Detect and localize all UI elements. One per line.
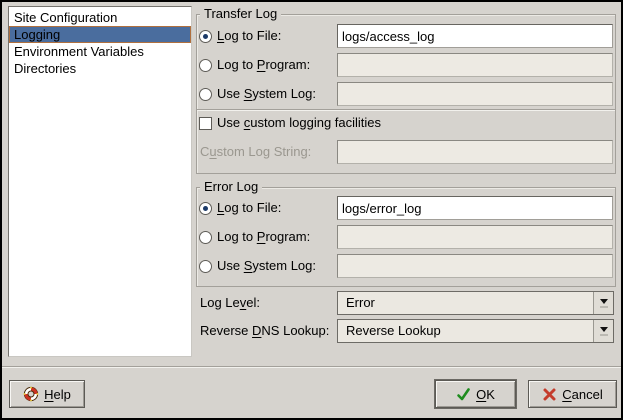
ok-button[interactable]: OK <box>435 380 516 408</box>
chevron-down-icon <box>600 327 608 332</box>
transfer-log-program-input <box>337 53 613 77</box>
reverse-dns-label: Reverse DNS Lookup: <box>200 319 329 343</box>
custom-log-string-input <box>337 140 613 164</box>
transfer-use-system-log-radio[interactable] <box>199 88 212 101</box>
cancel-button[interactable]: Cancel <box>528 380 617 408</box>
log-level-dropdown-button[interactable] <box>593 292 613 314</box>
error-log-to-program-radio[interactable] <box>199 231 212 244</box>
radio-dot <box>203 206 208 211</box>
error-log-program-input <box>337 225 613 249</box>
httpd-config-dialog: Site Configuration Logging Environment V… <box>0 0 623 420</box>
dropdown-dash-icon <box>600 334 608 336</box>
cancel-button-label: Cancel <box>562 387 602 402</box>
sidebar-item-environment-variables[interactable]: Environment Variables <box>9 43 191 60</box>
category-list: Site Configuration Logging Environment V… <box>8 6 192 357</box>
sidebar-item-logging[interactable]: Logging <box>9 26 191 43</box>
reverse-dns-dropdown-button[interactable] <box>593 320 613 342</box>
error-log-file-input[interactable] <box>337 196 613 220</box>
help-button-label: Help <box>44 387 71 402</box>
log-level-select[interactable]: Error <box>337 291 614 315</box>
sidebar-item-site-configuration[interactable]: Site Configuration <box>9 9 191 26</box>
use-custom-logging-label: Use custom logging facilities <box>217 111 381 135</box>
log-level-label: Log Level: <box>200 291 260 315</box>
custom-log-string-label: Custom Log String: <box>200 140 311 164</box>
help-button[interactable]: Help <box>9 380 85 408</box>
transfer-log-to-file-label: Log to File: <box>217 24 281 48</box>
transfer-log-to-file-radio[interactable] <box>199 30 212 43</box>
error-log-to-program-label: Log to Program: <box>217 225 310 249</box>
radio-dot <box>203 34 208 39</box>
reverse-dns-value: Reverse Lookup <box>346 323 441 338</box>
error-log-to-file-radio[interactable] <box>199 202 212 215</box>
chevron-down-icon <box>600 299 608 304</box>
lifebuoy-help-icon <box>23 386 39 402</box>
use-custom-logging-checkbox[interactable] <box>199 117 212 130</box>
log-level-value: Error <box>346 295 375 310</box>
button-area-separator <box>2 366 621 368</box>
sidebar-item-directories[interactable]: Directories <box>9 60 191 77</box>
reverse-dns-select[interactable]: Reverse Lookup <box>337 319 614 343</box>
dropdown-dash-icon <box>600 306 608 308</box>
transfer-log-title: Transfer Log <box>200 6 281 22</box>
error-use-system-log-radio[interactable] <box>199 260 212 273</box>
transfer-log-to-program-radio[interactable] <box>199 59 212 72</box>
transfer-log-to-program-label: Log to Program: <box>217 53 310 77</box>
error-use-system-log-label: Use System Log: <box>217 254 316 278</box>
transfer-system-log-input <box>337 82 613 106</box>
check-icon <box>456 387 471 402</box>
error-log-to-file-label: Log to File: <box>217 196 281 220</box>
transfer-use-system-log-label: Use System Log: <box>217 82 316 106</box>
error-log-title: Error Log <box>200 179 262 195</box>
x-icon <box>542 387 557 402</box>
error-system-log-input <box>337 254 613 278</box>
transfer-log-file-input[interactable] <box>337 24 613 48</box>
ok-button-label: OK <box>476 387 495 402</box>
